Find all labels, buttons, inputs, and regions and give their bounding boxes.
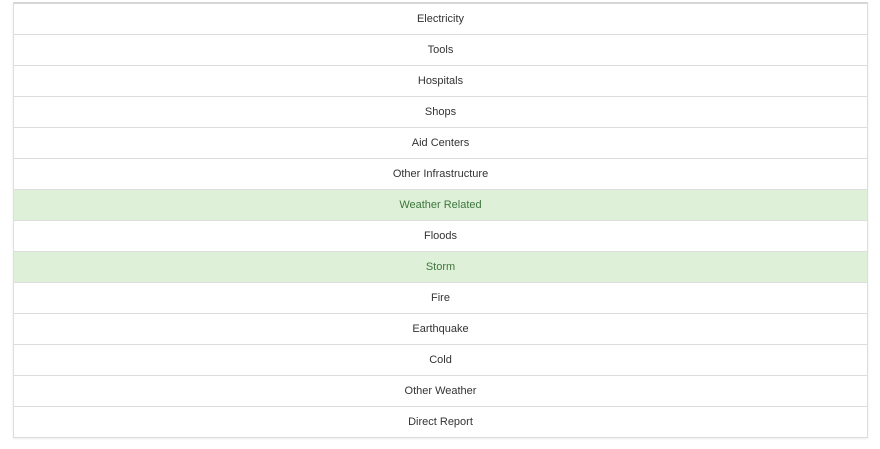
- list-item-shops[interactable]: Shops: [14, 97, 867, 128]
- list-item-hospitals[interactable]: Hospitals: [14, 66, 867, 97]
- list-item-tools[interactable]: Tools: [14, 35, 867, 66]
- list-item-storm[interactable]: Storm: [14, 252, 867, 283]
- list-item-floods[interactable]: Floods: [14, 221, 867, 252]
- list-item-electricity[interactable]: Electricity: [14, 4, 867, 35]
- list-item-other-weather[interactable]: Other Weather: [14, 376, 867, 407]
- category-list: Electricity Tools Hospitals Shops Aid Ce…: [13, 2, 868, 438]
- list-item-weather-related[interactable]: Weather Related: [14, 190, 867, 221]
- list-item-aid-centers[interactable]: Aid Centers: [14, 128, 867, 159]
- list-item-other-infrastructure[interactable]: Other Infrastructure: [14, 159, 867, 190]
- list-item-direct-report[interactable]: Direct Report: [14, 407, 867, 437]
- list-item-earthquake[interactable]: Earthquake: [14, 314, 867, 345]
- list-item-fire[interactable]: Fire: [14, 283, 867, 314]
- list-item-cold[interactable]: Cold: [14, 345, 867, 376]
